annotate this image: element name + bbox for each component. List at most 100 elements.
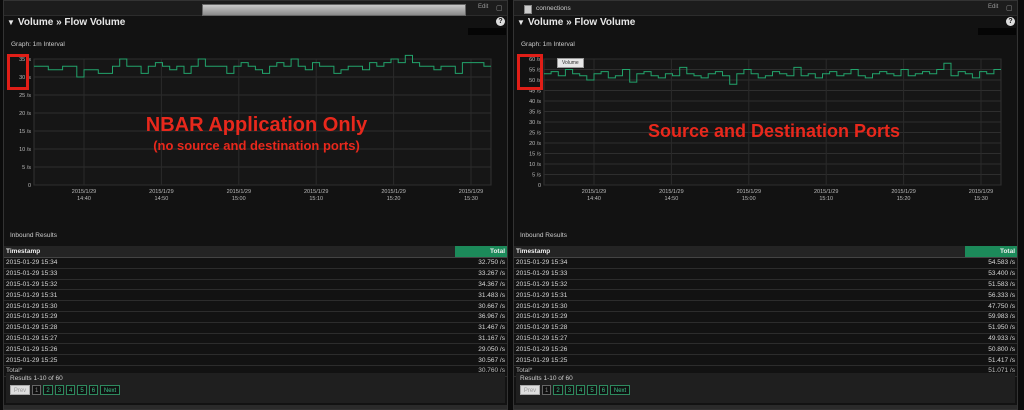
chart-legend-volume[interactable]: Volume xyxy=(557,58,584,68)
total-cell: 51.417 /s xyxy=(965,354,1017,366)
table-row[interactable]: 2015-01-29 15:29 36.967 /s xyxy=(4,311,507,323)
table-row[interactable]: 2015-01-29 15:25 51.417 /s xyxy=(514,354,1017,366)
total-cell: 33.267 /s xyxy=(455,268,507,280)
collapse-triangle-icon[interactable]: ▼ xyxy=(7,18,15,27)
x-tick-time: 15:00 xyxy=(742,196,756,202)
panel-title[interactable]: ▼ Volume » Flow Volume xyxy=(7,17,125,28)
timestamp-column-header[interactable]: Timestamp xyxy=(514,246,965,258)
help-icon[interactable]: ? xyxy=(1006,17,1015,26)
prev-page-button[interactable]: Prev xyxy=(10,385,30,395)
panel-title[interactable]: ▼ Volume » Flow Volume xyxy=(517,17,635,28)
total-column-header[interactable]: Total xyxy=(965,246,1017,258)
timestamp-cell: 2015-01-29 15:25 xyxy=(514,354,965,366)
page-3-button[interactable]: 3 xyxy=(564,385,575,395)
page-4-button[interactable]: 4 xyxy=(576,385,586,395)
table-row[interactable]: 2015-01-29 15:31 31.483 /s xyxy=(4,289,507,302)
x-tick-date: 2015/1/29 xyxy=(814,189,838,195)
timestamp-cell: 2015-01-29 15:29 xyxy=(4,311,455,323)
total-cell: 30.567 /s xyxy=(455,354,507,366)
timestamp-cell: 2015-01-29 15:25 xyxy=(4,354,455,366)
table-row[interactable]: 2015-01-29 15:34 32.750 /s xyxy=(4,257,507,269)
help-icon[interactable]: ? xyxy=(496,17,505,26)
panel-footer-bar xyxy=(514,405,1017,409)
page-2-button[interactable]: 2 xyxy=(553,385,563,395)
page-6-button[interactable]: 6 xyxy=(598,385,609,395)
total-cell: 51.583 /s xyxy=(965,279,1017,291)
table-row[interactable]: 2015-01-29 15:34 54.583 /s xyxy=(514,257,1017,269)
inbound-results-label: Inbound Results xyxy=(520,232,567,239)
page-5-button[interactable]: 5 xyxy=(77,385,87,395)
maximize-icon[interactable]: ▢ xyxy=(1006,4,1013,12)
table-row[interactable]: 2015-01-29 15:32 34.367 /s xyxy=(4,279,507,291)
table-row[interactable]: 2015-01-29 15:26 29.050 /s xyxy=(4,343,507,356)
x-tick-time: 15:20 xyxy=(897,196,911,202)
table-row[interactable]: 2015-01-29 15:31 56.333 /s xyxy=(514,289,1017,302)
y-tick-label: 40 /s xyxy=(529,99,541,105)
panel-subtab xyxy=(468,28,506,35)
edit-link[interactable]: Edit xyxy=(478,4,488,10)
table-row[interactable]: 2015-01-29 15:25 30.567 /s xyxy=(4,354,507,366)
x-tick-date: 2015/1/29 xyxy=(969,189,993,195)
table-row[interactable]: 2015-01-29 15:32 51.583 /s xyxy=(514,279,1017,291)
y-tick-label: 15 /s xyxy=(19,129,31,135)
timestamp-cell: 2015-01-29 15:26 xyxy=(4,343,455,356)
table-row[interactable]: 2015-01-29 15:27 49.933 /s xyxy=(514,333,1017,345)
page-6-button[interactable]: 6 xyxy=(88,385,99,395)
next-page-button[interactable]: Next xyxy=(100,385,121,395)
flow-volume-panel-ports: connections Edit ▢ ▼ Volume » Flow Volume… xyxy=(513,0,1018,410)
x-tick-date: 2015/1/29 xyxy=(227,189,251,195)
next-page-button[interactable]: Next xyxy=(610,385,631,395)
tab-connections[interactable]: connections xyxy=(536,5,571,12)
x-tick-date: 2015/1/29 xyxy=(149,189,173,195)
page-1-button[interactable]: 1 xyxy=(542,385,552,395)
total-cell: 31.483 /s xyxy=(455,289,507,302)
panel-title-text: Volume » Flow Volume xyxy=(527,17,636,28)
x-tick-time: 15:30 xyxy=(464,196,478,202)
table-row[interactable]: 2015-01-29 15:30 30.667 /s xyxy=(4,300,507,312)
panel-title-text: Volume » Flow Volume xyxy=(17,17,126,28)
page-3-button[interactable]: 3 xyxy=(54,385,65,395)
table-row[interactable]: 2015-01-29 15:33 53.400 /s xyxy=(514,268,1017,280)
results-count: Results 1-10 of 60 xyxy=(520,375,573,382)
timestamp-column-header[interactable]: Timestamp xyxy=(4,246,455,258)
table-row[interactable]: 2015-01-29 15:26 50.800 /s xyxy=(514,343,1017,356)
y-axis-highlight-box xyxy=(7,54,29,90)
x-tick-date: 2015/1/29 xyxy=(304,189,328,195)
table-row[interactable]: 2015-01-29 15:30 47.750 /s xyxy=(514,300,1017,312)
x-tick-time: 15:10 xyxy=(309,196,323,202)
y-axis-highlight-box xyxy=(517,54,543,90)
timestamp-cell: 2015-01-29 15:27 xyxy=(4,333,455,345)
table-row[interactable]: 2015-01-29 15:27 31.167 /s xyxy=(4,333,507,345)
y-tick-label: 10 /s xyxy=(19,147,31,153)
page-2-button[interactable]: 2 xyxy=(43,385,53,395)
total-cell: 53.400 /s xyxy=(965,268,1017,280)
panel-tab-bar[interactable] xyxy=(202,4,466,16)
total-column-header[interactable]: Total xyxy=(455,246,507,258)
page-4-button[interactable]: 4 xyxy=(66,385,76,395)
prev-page-button[interactable]: Prev xyxy=(520,385,540,395)
y-tick-label: 25 /s xyxy=(19,93,31,99)
total-cell: 34.367 /s xyxy=(455,279,507,291)
maximize-icon[interactable]: ▢ xyxy=(496,4,503,12)
table-row[interactable]: 2015-01-29 15:28 51.950 /s xyxy=(514,322,1017,334)
edit-link[interactable]: Edit xyxy=(988,4,998,10)
total-cell: 31.167 /s xyxy=(455,333,507,345)
timestamp-cell: 2015-01-29 15:33 xyxy=(514,268,965,280)
total-cell: 51.950 /s xyxy=(965,322,1017,334)
y-tick-label: 0 xyxy=(538,183,541,189)
table-header-row: Timestamp Total xyxy=(514,246,1017,258)
y-tick-label: 25 /s xyxy=(529,131,541,137)
total-cell: 30.667 /s xyxy=(455,300,507,312)
flow-volume-panel-nbar: Edit ▢ ▼ Volume » Flow Volume ? Graph: 1m… xyxy=(3,0,508,410)
table-row[interactable]: 2015-01-29 15:33 33.267 /s xyxy=(4,268,507,280)
collapse-triangle-icon[interactable]: ▼ xyxy=(517,18,525,27)
x-tick-date: 2015/1/29 xyxy=(381,189,405,195)
timestamp-cell: 2015-01-29 15:30 xyxy=(514,300,965,312)
table-row[interactable]: 2015-01-29 15:29 59.983 /s xyxy=(514,311,1017,323)
page-5-button[interactable]: 5 xyxy=(587,385,597,395)
page-1-button[interactable]: 1 xyxy=(32,385,42,395)
table-row[interactable]: 2015-01-29 15:28 31.467 /s xyxy=(4,322,507,334)
total-cell: 49.933 /s xyxy=(965,333,1017,345)
pagination: Prev 1 2 3 4 5 6 Next xyxy=(10,385,121,395)
panel-footer-bar xyxy=(4,405,507,409)
